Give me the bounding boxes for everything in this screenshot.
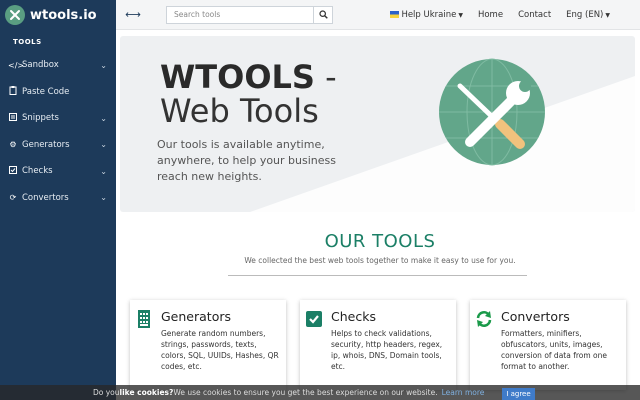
tool-card-description: Formatters, minifiers, obfuscators, unit… (501, 329, 608, 371)
contact-link[interactable]: Contact (518, 10, 551, 20)
search-input[interactable] (166, 5, 313, 24)
check-icon (8, 166, 18, 176)
tool-card-convertors[interactable]: Convertors Formatters, minifiers, obfusc… (470, 300, 626, 390)
sidebar-item-sandbox[interactable]: </> Sandbox ⌄ (0, 52, 116, 79)
chevron-down-icon: ⌄ (100, 166, 107, 176)
section-divider (228, 275, 527, 276)
hero-title-dash: - (314, 58, 337, 96)
language-label: Eng (EN) (566, 9, 604, 20)
chevron-down-icon: ⌄ (100, 140, 107, 150)
sync-arrows-icon (476, 311, 492, 327)
tool-card-title: Generators (161, 309, 231, 324)
cookie-banner: Do you like cookies? We use cookies to e… (0, 385, 640, 400)
sidebar-item-label: Convertors (22, 192, 69, 203)
ukraine-flag-icon (390, 10, 400, 18)
tool-card-title: Checks (331, 309, 376, 324)
grid-calculator-icon (138, 310, 150, 328)
sidebar-item-label: Paste Code (22, 86, 70, 97)
sidebar-item-snippets[interactable]: Snippets ⌄ (0, 105, 116, 132)
topbar: ⟷ Help Ukraine▼ Home Contact Eng (EN)▼ (116, 0, 640, 30)
search-button[interactable] (313, 5, 333, 24)
tool-card-description: Generate random numbers, strings, passwo… (161, 329, 279, 371)
sync-icon: ⟳ (9, 193, 17, 203)
brand-name: wtools.io (30, 7, 97, 23)
wrench-screwdriver-globe-icon (439, 58, 545, 166)
caret-down-icon: ▼ (605, 11, 610, 19)
section-title: OUR TOOLS (324, 231, 436, 252)
learn-more-link[interactable]: Learn more (442, 388, 485, 397)
agree-button[interactable]: I agree (502, 388, 535, 400)
paste-icon (8, 86, 18, 97)
sidebar-item-generators[interactable]: ⚙ Generators ⌄ (0, 132, 116, 159)
hero-title-line2: Web Tools (160, 92, 319, 130)
sidebar-section-label: TOOLS (13, 38, 42, 46)
home-link[interactable]: Home (478, 10, 503, 20)
sidebar-item-convertors[interactable]: ⟳ Convertors ⌄ (0, 185, 116, 212)
sidebar: wtools.io TOOLS </> Sandbox ⌄ Paste Code… (0, 0, 116, 400)
hero-banner: WTOOLS - Web Tools Our tools is availabl… (120, 36, 635, 212)
cogs-icon: ⚙ (9, 140, 17, 150)
wrench-screwdriver-logo-icon (5, 5, 25, 25)
chevron-down-icon: ⌄ (100, 60, 107, 70)
code-icon: </> (8, 60, 25, 70)
sidebar-item-checks[interactable]: Checks ⌄ (0, 158, 116, 185)
tool-card-generators[interactable]: Generators Generate random numbers, stri… (130, 300, 286, 390)
sidebar-toggle-arrows-icon[interactable]: ⟷ (120, 8, 146, 21)
sidebar-item-paste-code[interactable]: Paste Code (0, 79, 116, 106)
top-nav: Help Ukraine ▼ Home Contact Eng (EN) ▼ (390, 10, 610, 20)
check-square-icon (306, 311, 322, 327)
sidebar-item-label: Sandbox (22, 60, 59, 71)
snippets-icon (8, 113, 18, 123)
sidebar-item-label: Generators (22, 139, 70, 150)
sidebar-item-label: Checks (22, 166, 53, 177)
brand[interactable]: wtools.io (0, 0, 116, 30)
cookie-bold: like cookies? (119, 388, 174, 397)
section-subtitle: We collected the best web tools together… (244, 256, 516, 265)
language-selector[interactable]: Eng (EN) ▼ (566, 10, 610, 20)
help-ukraine-link[interactable]: Help Ukraine ▼ (390, 10, 463, 20)
search-bar (166, 5, 333, 24)
help-ukraine-label: Help Ukraine (401, 9, 457, 20)
caret-down-icon: ▼ (458, 11, 463, 19)
chevron-down-icon: ⌄ (100, 193, 107, 203)
tool-card-description: Helps to check validations, security, ht… (331, 329, 443, 371)
tool-card-title: Convertors (501, 309, 570, 324)
tool-card-checks[interactable]: Checks Helps to check validations, secur… (300, 300, 456, 390)
cookie-text: We use cookies to ensure you get the bes… (173, 388, 438, 397)
search-icon (318, 10, 328, 19)
hero-title-bold: WTOOLS (160, 58, 315, 96)
cookie-prefix: Do you (93, 388, 120, 397)
hero-title: WTOOLS - Web Tools (160, 60, 337, 128)
chevron-down-icon: ⌄ (100, 113, 107, 123)
hero-description: Our tools is available anytime, anywhere… (157, 138, 336, 183)
sidebar-item-label: Snippets (22, 113, 59, 124)
